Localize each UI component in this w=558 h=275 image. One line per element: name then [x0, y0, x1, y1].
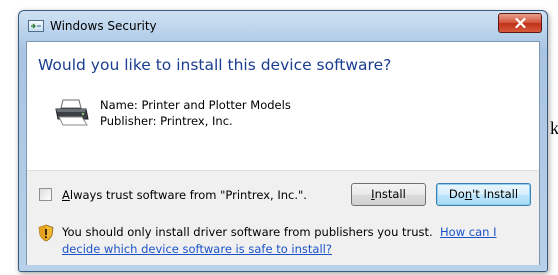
- always-trust-text: lways trust software from "Printrex, Inc…: [69, 188, 307, 202]
- dialog-footer: Always trust software from "Printrex, In…: [27, 170, 539, 265]
- warning-text: You should only install driver software …: [62, 225, 433, 239]
- safe-software-help-link-continued[interactable]: decide which device software is safe to …: [62, 242, 332, 256]
- dont-install-label: 't Install: [472, 187, 519, 201]
- window-title: Windows Security: [50, 19, 157, 33]
- device-name: Name: Printer and Plotter Models: [100, 98, 291, 112]
- device-publisher: Publisher: Printrex, Inc.: [100, 114, 233, 128]
- always-trust-mnemonic: A: [62, 188, 70, 202]
- close-button[interactable]: [498, 13, 542, 33]
- windows-security-icon: [28, 20, 44, 32]
- install-label: nstall: [374, 187, 406, 201]
- background-text-fragment: k: [550, 118, 558, 138]
- install-button[interactable]: Install: [351, 183, 426, 206]
- title-bar[interactable]: Windows Security: [19, 11, 547, 41]
- always-trust-checkbox[interactable]: [39, 188, 52, 201]
- dialog-content: Would you like to install this device so…: [26, 41, 540, 265]
- dont-install-button[interactable]: Don't Install: [436, 183, 531, 206]
- dont-install-prefix: Do: [448, 187, 465, 201]
- always-trust-label[interactable]: Always trust software from "Printrex, In…: [62, 188, 307, 202]
- warning-message-continued: decide which device software is safe to …: [62, 242, 332, 256]
- safe-software-help-link[interactable]: How can I: [440, 225, 496, 239]
- install-question-heading: Would you like to install this device so…: [38, 56, 392, 74]
- shield-warning-icon: [38, 224, 54, 242]
- close-icon: [515, 18, 526, 28]
- printer-icon: [55, 99, 89, 126]
- windows-security-dialog: Windows Security Would you like to insta…: [18, 10, 548, 272]
- warning-message: You should only install driver software …: [62, 225, 496, 239]
